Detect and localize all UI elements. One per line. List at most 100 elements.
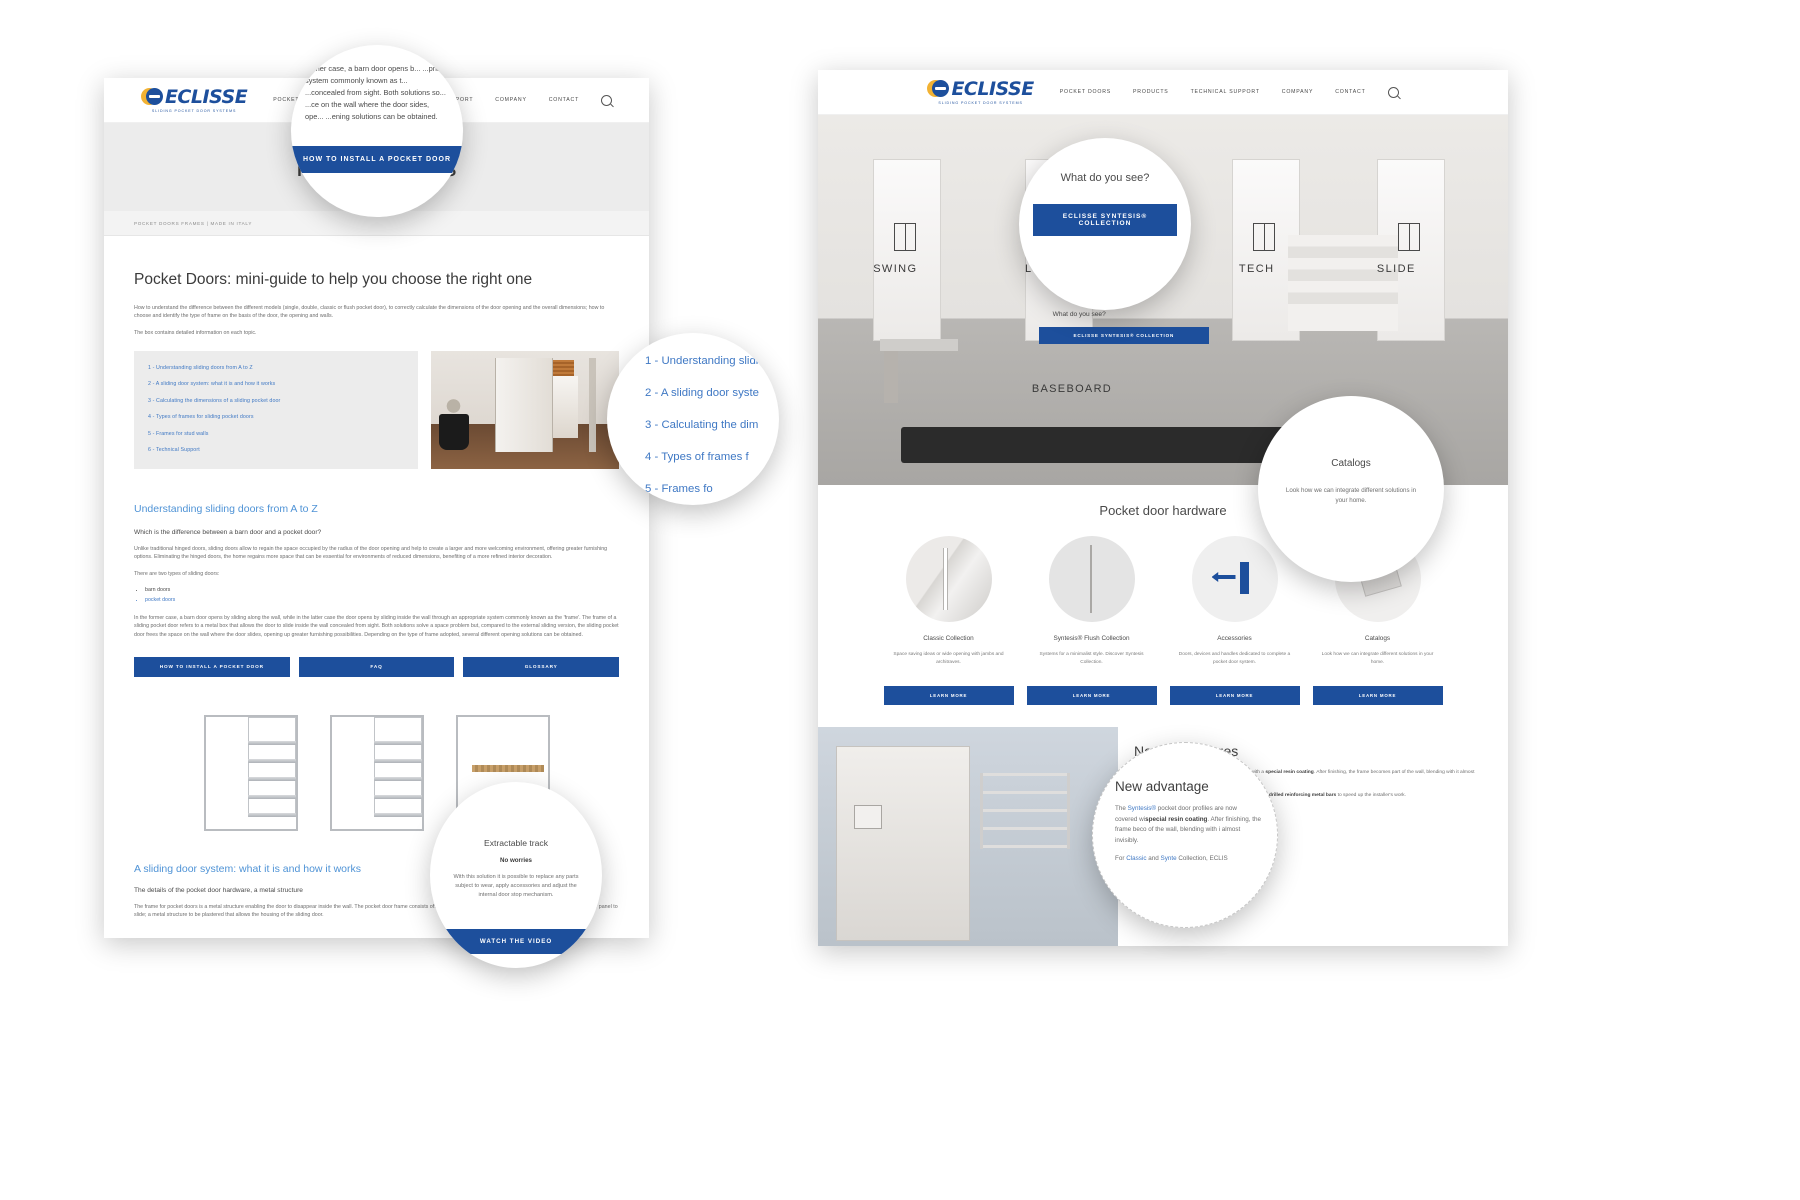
magnifier-text-2: For Classic and Synte Collection, ECLIS xyxy=(1115,855,1228,863)
toc-item-1[interactable]: 1 - Understanding sliding doors from A t… xyxy=(148,365,404,371)
card-description: Look how we can integrate different solu… xyxy=(1321,652,1434,665)
card-title: Syntesis® Flush Collection xyxy=(1053,635,1130,642)
nav-item-contact[interactable]: CONTACT xyxy=(549,97,579,103)
classic-link-magnified[interactable]: Classic xyxy=(1126,855,1146,862)
magnified-toc-item-2[interactable]: 2 - A sliding door syste xyxy=(645,387,779,399)
magnifier-text: With this solution it is possible to rep… xyxy=(453,874,579,899)
search-icon-right[interactable] xyxy=(1387,86,1399,98)
card-title: Classic Collection xyxy=(923,635,974,642)
article-photo xyxy=(431,350,619,469)
magnifier-subtitle: No worries xyxy=(500,857,532,864)
accessories-icon xyxy=(1191,536,1278,622)
screenshot-stage: ECLISSE SLIDING POCKET DOOR SYSTEMS POCK… xyxy=(0,0,1800,1200)
frame-diagram-2 xyxy=(322,707,432,837)
classic-collection-icon xyxy=(905,536,992,622)
list-item-barn-doors: barn doors xyxy=(145,586,619,595)
section-1-heading: Understanding sliding doors from A to Z xyxy=(134,502,318,515)
toc-and-photo: 1 - Understanding sliding doors from A t… xyxy=(134,350,619,469)
how-to-install-magnifier: ...rmer case, a barn door opens b... ...… xyxy=(291,45,463,217)
nav-item-company[interactable]: COMPANY xyxy=(495,97,526,103)
nav-item-contact-right[interactable]: CONTACT xyxy=(1335,89,1365,95)
hero-label-baseboard: BASEBOARD xyxy=(1031,383,1113,395)
magnifier-title: What do you see? xyxy=(1060,172,1150,184)
magnifier-text: Look how we can integrate different solu… xyxy=(1285,487,1417,505)
section-1-paragraph-2: There are two types of sliding doors: xyxy=(134,570,220,577)
learn-more-button[interactable]: LEARN MORE xyxy=(1026,686,1157,706)
magnifier-text: The Syntesis® pocket door profiles are n… xyxy=(1115,805,1261,844)
learn-more-button[interactable]: LEARN MORE xyxy=(1169,686,1300,706)
card-description: Space saving ideas or wide opening with … xyxy=(893,652,1004,665)
search-icon[interactable] xyxy=(601,94,613,106)
magnified-toc-item-3[interactable]: 3 - Calculating the dim xyxy=(645,419,779,431)
breadcrumb: POCKET DOORS FRAMES | MADE IN ITALY xyxy=(134,220,253,226)
hardware-card[interactable]: Accessories Doors, devices and handles d… xyxy=(1169,536,1300,706)
hero-question-inline: What do you see? xyxy=(1052,311,1106,318)
magnified-toc-item-1[interactable]: 1 - Understanding slidi xyxy=(645,355,779,367)
nav-item-pocket-doors-right[interactable]: POCKET DOORS xyxy=(1060,89,1111,95)
syntesis-flush-collection-icon xyxy=(1048,536,1135,622)
eclisse-logo-mark-right xyxy=(927,79,950,100)
sliding-door-types-list: barn doors pocket doors xyxy=(134,586,619,605)
nav-item-company-right[interactable]: COMPANY xyxy=(1282,89,1313,95)
hero-cta-inline[interactable]: ECLISSE SYNTESIS® COLLECTION xyxy=(1038,327,1209,344)
eclisse-logo-tagline-right: SLIDING POCKET DOOR SYSTEMS xyxy=(938,100,1023,105)
nav-item-products-right[interactable]: PRODUCTS xyxy=(1133,89,1169,95)
glossary-button[interactable]: GLOSSARY xyxy=(463,656,620,677)
hero-label-slide: SLIDE xyxy=(1376,263,1416,275)
catalogs-magnifier: Catalogs Look how we can integrate diffe… xyxy=(1258,396,1444,582)
magnifier-text: ...rmer case, a barn door opens b... ...… xyxy=(305,64,448,121)
eclisse-logo-tagline: SLIDING POCKET DOOR SYSTEMS xyxy=(151,108,237,113)
hero-label-tech: TECH xyxy=(1238,263,1275,275)
card-title: Accessories xyxy=(1217,635,1252,642)
toc-item-2[interactable]: 2 - A sliding door system: what it is an… xyxy=(148,381,404,387)
magnifier-title: Extractable track xyxy=(484,838,548,848)
learn-more-button[interactable]: LEARN MORE xyxy=(1312,686,1443,706)
toc-item-3[interactable]: 3 - Calculating the dimensions of a slid… xyxy=(148,398,404,404)
article-intro: How to understand the difference between… xyxy=(134,304,605,320)
article-button-row: HOW TO INSTALL A POCKET DOOR FAQ GLOSSAR… xyxy=(134,656,620,677)
toc-item-4[interactable]: 4 - Types of frames for sliding pocket d… xyxy=(148,414,404,420)
section-1-paragraph-3: In the former case, a barn door opens by… xyxy=(134,614,619,638)
swing-door-icon xyxy=(893,223,916,251)
eclisse-logo-mark xyxy=(140,87,163,108)
how-to-install-magnified-button[interactable]: HOW TO INSTALL A POCKET DOOR xyxy=(291,146,463,173)
list-item-pocket-doors[interactable]: pocket doors xyxy=(145,596,619,605)
watch-the-video-button[interactable]: WATCH THE VIDEO xyxy=(430,929,602,954)
syntesis-link-magnified-2[interactable]: Synte xyxy=(1161,855,1177,862)
magnifier-title: New advantage xyxy=(1115,779,1209,794)
card-description: Doors, devices and handles dedicated to … xyxy=(1178,652,1291,665)
slide-door-icon xyxy=(1397,223,1420,251)
eclisse-logo-word: ECLISSE xyxy=(164,85,248,108)
learn-more-button[interactable]: LEARN MORE xyxy=(883,686,1014,706)
new-advantages-magnifier: New advantage The Syntesis® pocket door … xyxy=(1092,742,1278,928)
section-1-paragraph-1: Unlike traditional hinged doors, sliding… xyxy=(134,545,608,561)
faq-button[interactable]: FAQ xyxy=(298,656,455,677)
section-1-subheading: Which is the difference between a barn d… xyxy=(134,528,322,536)
right-site-header: ECLISSE SLIDING POCKET DOOR SYSTEMS POCK… xyxy=(818,70,1508,115)
eclisse-logo[interactable]: ECLISSE SLIDING POCKET DOOR SYSTEMS xyxy=(140,85,248,114)
what-do-you-see-magnifier: What do you see? ECLISSE SYNTESIS® COLLE… xyxy=(1019,138,1191,310)
toc-magnifier: 1 - Understanding slidi 2 - A sliding do… xyxy=(607,333,779,505)
hardware-card[interactable]: Syntesis® Flush Collection Systems for a… xyxy=(1026,536,1157,706)
extractable-track-magnifier: Extractable track No worries With this s… xyxy=(430,782,602,968)
magnified-toc-item-5[interactable]: 5 - Frames fo xyxy=(645,483,779,495)
eclisse-logo-word-right: ECLISSE xyxy=(951,77,1034,100)
magnified-toc-item-4[interactable]: 4 - Types of frames f xyxy=(645,451,779,463)
syntesis-collection-button[interactable]: ECLISSE SYNTESIS® COLLECTION xyxy=(1033,204,1177,236)
card-description: Systems for a minimalist style. Discover… xyxy=(1039,652,1144,665)
right-main-nav: POCKET DOORS PRODUCTS TECHNICAL SUPPORT … xyxy=(1060,86,1399,98)
toc-item-5[interactable]: 5 - Frames for stud walls xyxy=(148,431,404,437)
hardware-card[interactable]: Classic Collection Space saving ideas or… xyxy=(883,536,1014,706)
nav-item-technical-support-right[interactable]: TECHNICAL SUPPORT xyxy=(1191,89,1260,95)
hero-label-swing: SWING xyxy=(873,263,918,275)
card-title: Catalogs xyxy=(1364,635,1391,642)
table-of-contents: 1 - Understanding sliding doors from A t… xyxy=(134,350,418,469)
magnifier-title: Catalogs xyxy=(1331,458,1371,469)
article-intro-2: The box contains detailed information on… xyxy=(134,329,257,336)
advantages-photo xyxy=(818,727,1118,946)
how-to-install-button[interactable]: HOW TO INSTALL A POCKET DOOR xyxy=(134,656,290,677)
syntesis-link-magnified[interactable]: Syntesis® xyxy=(1128,805,1156,812)
eclisse-logo-right[interactable]: ECLISSE SLIDING POCKET DOOR SYSTEMS xyxy=(927,77,1034,106)
toc-item-6[interactable]: 6 - Technical Support xyxy=(148,447,404,453)
article-title: Pocket Doors: mini-guide to help you cho… xyxy=(134,271,533,288)
